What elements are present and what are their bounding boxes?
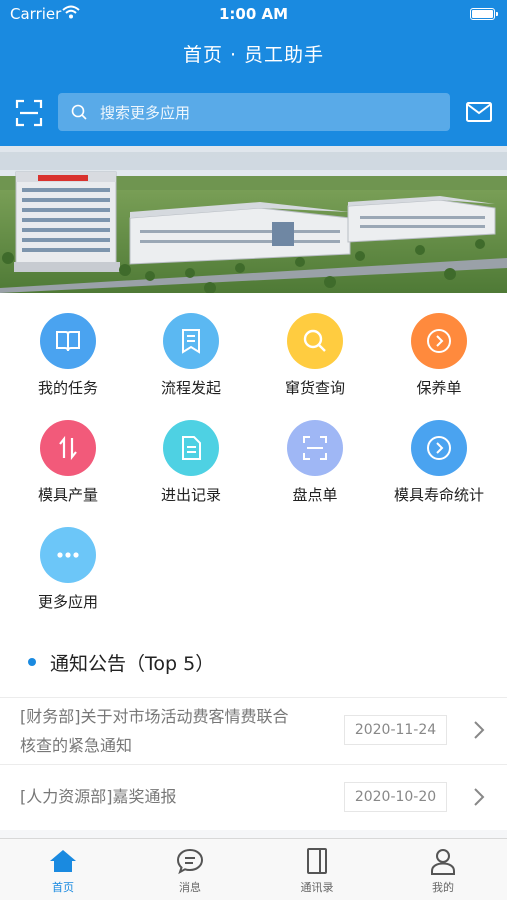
user-icon bbox=[431, 849, 455, 875]
app-access-records[interactable]: 进出记录 bbox=[128, 402, 254, 504]
app-icon-bg bbox=[40, 313, 96, 369]
search-icon bbox=[303, 329, 326, 352]
scan-icon bbox=[15, 99, 43, 127]
tab-label: 首页 bbox=[52, 881, 74, 894]
search-input[interactable]: 搜索更多应用 bbox=[58, 93, 450, 131]
app-grid: 我的任务 流程发起 窜货查询 保养单 模具产量 进出记录 盘点单 模具寿命统计 … bbox=[0, 293, 507, 633]
chevron-right-icon bbox=[474, 721, 485, 739]
app-label: 盘点单 bbox=[292, 486, 338, 504]
notice-item[interactable]: [财务部]关于对市场活动费客情费联合 核查的紧急通知 2020-11-24 bbox=[0, 697, 507, 764]
notice-item[interactable]: [人力资源部]嘉奖通报 2020-10-20 bbox=[0, 764, 507, 830]
notice-date: 2020-10-20 bbox=[344, 782, 447, 812]
app-label: 模具产量 bbox=[37, 486, 98, 504]
app-inventory[interactable]: 盘点单 bbox=[252, 402, 378, 504]
app-label: 进出记录 bbox=[160, 486, 221, 504]
tab-profile[interactable]: 我的 bbox=[380, 839, 506, 900]
book-icon bbox=[56, 331, 80, 352]
notice-title: 通知公告（Top 5） bbox=[50, 653, 215, 675]
app-goods-query[interactable]: 窜货查询 bbox=[252, 295, 378, 397]
app-label: 模具寿命统计 bbox=[393, 486, 484, 504]
app-header: Carrier 1:00 AM 首页 · 员工助手 搜索更多应用 bbox=[0, 0, 507, 146]
status-bar: Carrier 1:00 AM bbox=[0, 0, 507, 28]
document-list-icon bbox=[182, 329, 200, 354]
app-more[interactable]: 更多应用 bbox=[5, 509, 131, 611]
up-down-arrows-icon bbox=[59, 435, 77, 461]
search-placeholder: 搜索更多应用 bbox=[100, 104, 191, 122]
search-icon bbox=[71, 104, 87, 120]
app-label: 保养单 bbox=[416, 379, 462, 397]
more-icon bbox=[57, 552, 79, 558]
mail-icon bbox=[466, 102, 492, 122]
app-mold-output[interactable]: 模具产量 bbox=[5, 402, 131, 504]
chevron-right-icon bbox=[474, 788, 485, 806]
notice-text-line1: [财务部]关于对市场活动费客情费联合 bbox=[20, 707, 289, 726]
tab-bar: 首页 消息 通讯录 我的 bbox=[0, 838, 507, 900]
tab-home[interactable]: 首页 bbox=[0, 839, 126, 900]
app-label: 窜货查询 bbox=[284, 379, 345, 397]
tab-label: 消息 bbox=[179, 881, 201, 894]
notice-header: 通知公告（Top 5） bbox=[0, 633, 507, 697]
banner-image[interactable] bbox=[0, 146, 507, 293]
document-icon bbox=[182, 436, 201, 460]
arrow-right-circle-icon bbox=[427, 436, 451, 460]
clock: 1:00 AM bbox=[218, 5, 289, 23]
scan-button[interactable] bbox=[14, 98, 44, 128]
tab-label: 通讯录 bbox=[300, 881, 334, 894]
app-mold-life[interactable]: 模具寿命统计 bbox=[376, 402, 502, 504]
tab-contacts[interactable]: 通讯录 bbox=[254, 839, 380, 900]
message-icon bbox=[176, 848, 204, 875]
notice-text-line2: 核查的紧急通知 bbox=[20, 736, 133, 755]
scan-icon bbox=[303, 436, 327, 460]
app-maintenance[interactable]: 保养单 bbox=[376, 295, 502, 397]
notice-date: 2020-11-24 bbox=[344, 715, 447, 745]
app-label: 流程发起 bbox=[160, 379, 221, 397]
app-start-process[interactable]: 流程发起 bbox=[128, 295, 254, 397]
notice-text-line1: [人力资源部]嘉奖通报 bbox=[20, 787, 177, 806]
app-my-tasks[interactable]: 我的任务 bbox=[5, 295, 131, 397]
bullet-icon bbox=[28, 658, 36, 666]
home-icon bbox=[50, 850, 76, 872]
tab-label: 我的 bbox=[432, 881, 454, 894]
contacts-icon bbox=[307, 848, 327, 874]
arrow-right-circle-icon bbox=[427, 329, 451, 353]
tab-messages[interactable]: 消息 bbox=[127, 839, 253, 900]
app-label: 我的任务 bbox=[37, 379, 98, 397]
mail-button[interactable] bbox=[465, 100, 493, 124]
app-label: 更多应用 bbox=[37, 593, 98, 611]
battery-icon bbox=[470, 8, 498, 20]
page-title: 首页 · 员工助手 bbox=[182, 44, 325, 66]
